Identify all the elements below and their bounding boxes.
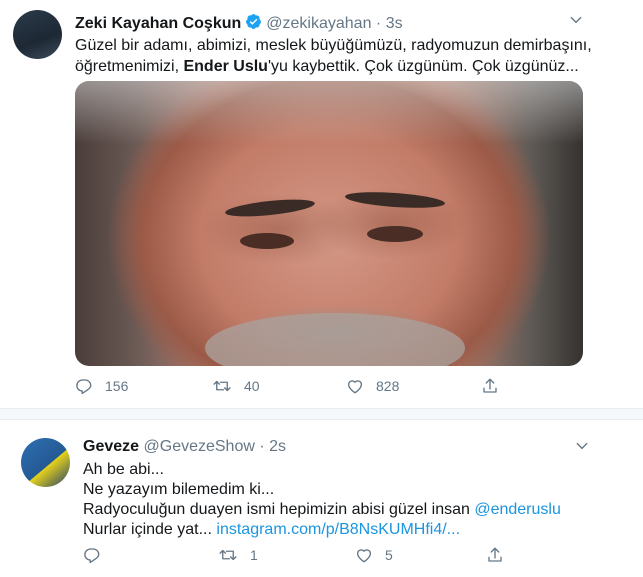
reply-button[interactable]: 156 <box>75 377 128 395</box>
mention-enderuslu[interactable]: @enderuslu <box>474 501 561 518</box>
like-count: 828 <box>376 378 400 394</box>
photo-detail <box>224 196 316 220</box>
tweet-text-line: Radyoculuğun duayen ismi hepimizin abisi… <box>83 500 561 520</box>
tweet-time[interactable]: 3s <box>386 15 403 32</box>
author-name[interactable]: Zeki Kayahan Coşkun <box>75 15 241 32</box>
separator-dot: · <box>259 438 265 455</box>
retweet-count: 40 <box>244 378 260 394</box>
photo-detail <box>344 189 446 211</box>
like-button[interactable]: 828 <box>346 377 399 395</box>
text-segment: Radyoculuğun duayen ismi hepimizin abisi… <box>83 501 475 518</box>
timeline-divider <box>0 409 643 420</box>
like-count: 5 <box>385 547 393 563</box>
tweet-photo[interactable] <box>75 81 583 366</box>
tweet-1[interactable]: Zeki Kayahan Coşkun @zekikayahan · 3s Güz… <box>0 0 643 409</box>
avatar-zeki[interactable] <box>13 10 62 59</box>
tweet-text-line: Ah be abi... <box>83 461 164 478</box>
tweet-text-line: öğretmenimizi, Ender Uslu'yu kaybettik. … <box>75 56 592 77</box>
text-segment: öğretmenimizi, <box>75 58 184 75</box>
tweet-1-text: Güzel bir adamı, abimizi, meslek büyüğüm… <box>75 35 592 77</box>
chevron-down-icon[interactable] <box>575 439 589 453</box>
tweet-text-line: Nurlar içinde yat... instagram.com/p/B8N… <box>83 520 561 540</box>
like-icon <box>356 549 372 563</box>
separator-dot: · <box>375 15 382 32</box>
tweet-1-header: Zeki Kayahan Coşkun @zekikayahan · 3s <box>75 13 403 33</box>
tweet-1-actions: 156 40 828 <box>75 376 583 396</box>
photo-detail <box>75 81 583 144</box>
reply-icon <box>76 379 92 395</box>
retweet-count: 1 <box>250 547 258 563</box>
text-segment: Nurlar içinde yat... <box>83 521 217 538</box>
mention-ender-uslu: Ender Uslu <box>183 58 268 75</box>
photo-detail <box>205 313 465 366</box>
tweet-text-line: Ne yazayım bilemedim ki... <box>83 481 275 498</box>
like-icon <box>347 380 363 394</box>
author-name[interactable]: Geveze <box>83 438 139 455</box>
reply-icon <box>84 548 100 564</box>
retweet-icon <box>213 380 231 392</box>
tweet-time[interactable]: 2s <box>269 438 286 455</box>
author-handle[interactable]: @zekikayahan <box>266 15 371 32</box>
instagram-link[interactable]: instagram.com/p/B8NsKUMHfi4/... <box>216 521 460 538</box>
tweet-2-header: Geveze @GevezeShow · 2s <box>83 438 286 456</box>
share-button[interactable] <box>481 377 499 395</box>
tweet-2-text: Ah be abi... Ne yazayım bilemedim ki... … <box>83 460 561 540</box>
retweet-button[interactable]: 1 <box>218 546 258 564</box>
author-handle[interactable]: @GevezeShow <box>144 438 255 455</box>
text-segment: 'yu kaybettik. Çok üzgünüm. Çok üzgünüz.… <box>267 58 579 75</box>
tweet-2-actions: 1 5 <box>83 545 593 565</box>
like-button[interactable]: 5 <box>355 546 393 564</box>
share-button[interactable] <box>486 546 504 564</box>
share-icon <box>488 547 502 562</box>
photo-detail <box>240 233 294 249</box>
verified-icon <box>246 14 262 29</box>
chevron-down-icon[interactable] <box>569 13 583 27</box>
retweet-icon <box>219 549 237 561</box>
retweet-button[interactable]: 40 <box>212 377 260 395</box>
tweet-text-line: Güzel bir adamı, abimizi, meslek büyüğüm… <box>75 37 592 54</box>
reply-button[interactable] <box>83 546 113 564</box>
tweet-2[interactable]: Geveze @GevezeShow · 2s Ah be abi... Ne … <box>0 420 643 577</box>
avatar-geveze[interactable] <box>21 438 70 487</box>
photo-detail <box>367 226 423 242</box>
share-icon <box>483 378 497 393</box>
reply-count: 156 <box>105 378 129 394</box>
